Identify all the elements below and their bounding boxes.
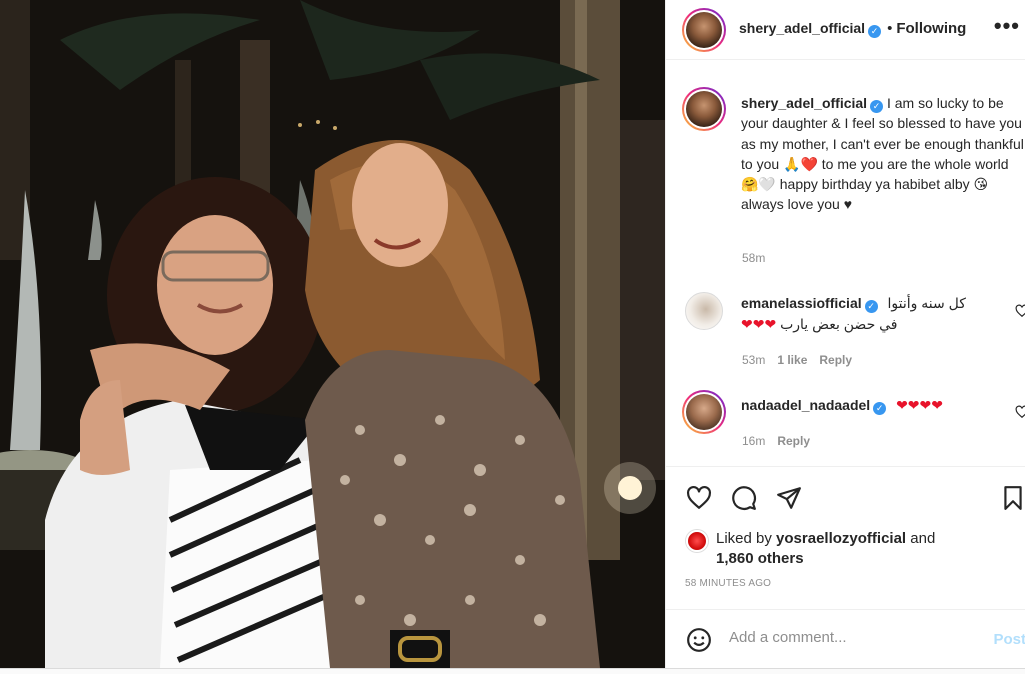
following-button[interactable]: Following <box>896 20 966 37</box>
reply-button[interactable]: Reply <box>819 353 852 367</box>
more-options-icon[interactable]: ••• <box>994 15 1020 37</box>
comment-bubble-icon[interactable] <box>731 485 757 511</box>
post-timestamp[interactable]: 58 MINUTES AGO <box>685 578 771 589</box>
post-photo[interactable] <box>0 0 665 668</box>
comment-meta: 53m 1 like Reply <box>742 353 852 367</box>
comment-row: nadaadel_nadaadel ✓ ❤❤❤❤ <box>741 395 943 416</box>
caption-time: 58m <box>742 251 765 265</box>
liked-by-text: Liked by yosraellozyofficial and 1,860 o… <box>716 529 935 569</box>
header-user: shery_adel_official ✓ • Following <box>739 20 966 38</box>
comment-avatar[interactable] <box>685 292 723 330</box>
window-bottom-edge <box>0 668 1025 674</box>
author-avatar[interactable] <box>682 8 726 52</box>
liked-by-and: and <box>910 530 936 547</box>
comment-username[interactable]: emanelassiofficial <box>741 295 862 311</box>
caption: shery_adel_official ✓ I am so lucky to be… <box>741 93 1025 215</box>
post-actions: Liked by yosraellozyofficial and 1,860 o… <box>666 466 1025 606</box>
paper-plane-icon[interactable] <box>776 485 802 511</box>
comment-heart-icon[interactable] <box>1015 405 1025 419</box>
comment-meta: 16m Reply <box>742 434 810 448</box>
smiley-icon[interactable] <box>686 627 712 653</box>
bookmark-icon[interactable] <box>1000 485 1025 511</box>
comment-heart-icon[interactable] <box>1015 304 1025 318</box>
liker-avatar[interactable] <box>686 530 708 552</box>
post-header: shery_adel_official ✓ • Following ••• <box>666 0 1025 60</box>
comment-row: emanelassiofficial ✓ كل سنه وأنتوا <box>741 293 1025 314</box>
photo-illustration <box>0 0 665 668</box>
caption-username[interactable]: shery_adel_official <box>741 95 867 111</box>
comment-input[interactable] <box>729 629 979 646</box>
caption-time-text[interactable]: 58m <box>742 251 765 265</box>
reply-button[interactable]: Reply <box>777 434 810 448</box>
comment-text-2: في حضن بعض يارب <box>780 316 898 332</box>
author-username[interactable]: shery_adel_official <box>739 20 865 36</box>
liked-by-prefix: Liked by <box>716 530 772 547</box>
verified-badge-icon: ✓ <box>868 25 882 38</box>
verified-badge-icon: ✓ <box>864 300 878 313</box>
separator-dot: • <box>887 20 893 37</box>
comments-list[interactable]: shery_adel_official ✓ I am so lucky to be… <box>666 61 1025 465</box>
post-side-panel: shery_adel_official ✓ • Following ••• shery… <box>665 0 1025 668</box>
post-comment-button[interactable]: Post <box>993 631 1025 648</box>
comment-avatar[interactable] <box>682 390 726 434</box>
add-comment-bar: Post <box>666 609 1025 668</box>
comment-hearts: ❤❤❤❤ <box>896 397 943 413</box>
comment-time[interactable]: 53m <box>742 353 765 367</box>
caption-text: I am so lucky to be your daughter & I fe… <box>741 95 1024 213</box>
comment-time[interactable]: 16m <box>742 434 765 448</box>
heart-icon[interactable] <box>686 485 712 511</box>
comment-hearts: ❤❤❤ <box>741 316 777 332</box>
caption-avatar[interactable] <box>682 87 726 131</box>
comment-row-2: ❤❤❤ في حضن بعض يارب <box>741 314 897 335</box>
verified-badge-icon: ✓ <box>870 100 884 113</box>
likes-others-link[interactable]: 1,860 others <box>716 550 804 567</box>
comment-username[interactable]: nadaadel_nadaadel <box>741 397 870 413</box>
comment-likes[interactable]: 1 like <box>777 353 807 367</box>
liker-username[interactable]: yosraellozyofficial <box>776 530 906 547</box>
verified-badge-icon: ✓ <box>873 402 887 415</box>
comment-text: كل سنه وأنتوا <box>887 295 966 311</box>
